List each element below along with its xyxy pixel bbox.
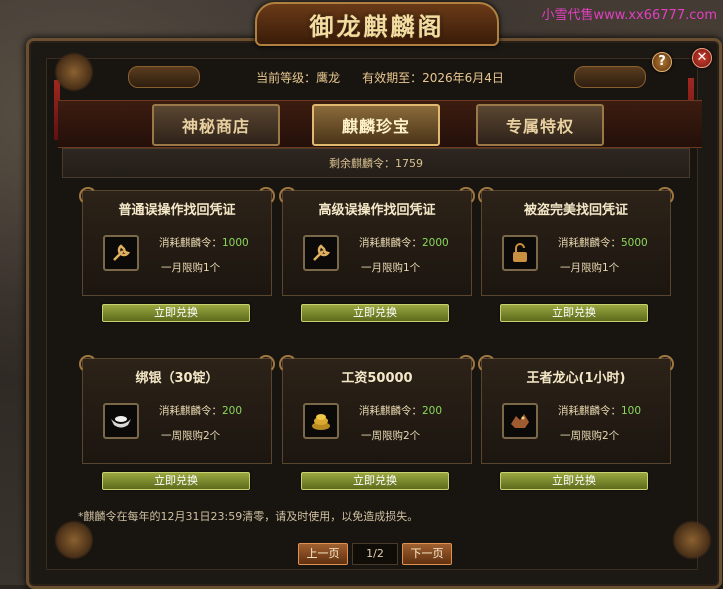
tab-qilin-treasure[interactable]: 麒麟珍宝 xyxy=(312,104,440,146)
cost-value: 200 xyxy=(422,405,443,417)
item-cost: 消耗麒麟令：5000 xyxy=(558,235,648,250)
item-title: 高级误操作找回凭证 xyxy=(318,203,436,218)
gold-coins-icon xyxy=(303,403,339,439)
cost-value: 5000 xyxy=(621,237,648,249)
shop-item-card: 绑银（30锭） 消耗麒麟令：200 一周限购2个 xyxy=(79,355,275,464)
prev-page-button[interactable]: 上一页 xyxy=(298,543,348,565)
cost-value: 200 xyxy=(222,405,243,417)
purchase-limit: 一周限购2个 xyxy=(161,430,221,442)
exchange-button[interactable]: 立即兑换 xyxy=(301,472,449,490)
dragon-heart-icon xyxy=(502,403,538,439)
purchase-limit: 一月限购1个 xyxy=(161,262,221,274)
item-cost: 消耗麒麟令：1000 xyxy=(159,235,249,250)
cost-label: 消耗麒麟令： xyxy=(359,237,422,249)
silver-ingot-icon xyxy=(103,403,139,439)
item-cost: 消耗麒麟令：200 xyxy=(359,403,442,418)
item-title: 绑银（30锭） xyxy=(135,371,219,386)
purchase-limit: 一周限购2个 xyxy=(560,430,620,442)
exchange-button[interactable]: 立即兑换 xyxy=(102,304,250,322)
corner-ornament-bottom-right xyxy=(672,520,712,560)
corner-ornament-bottom-left xyxy=(54,520,94,560)
shop-item-card: 王者龙心(1小时) 消耗麒麟令：100 一周限购2个 xyxy=(478,355,674,464)
cost-label: 消耗麒麟令： xyxy=(159,237,222,249)
watermark: 小雪代售www.xx66777.com xyxy=(541,8,717,23)
window-title: 御龙麒麟阁 xyxy=(309,11,445,41)
cost-label: 消耗麒麟令： xyxy=(558,405,621,417)
exchange-button[interactable]: 立即兑换 xyxy=(301,304,449,322)
exchange-button[interactable]: 立即兑换 xyxy=(500,304,648,322)
window-title-plate: 御龙麒麟阁 xyxy=(255,2,499,46)
tab-mystery-shop[interactable]: 神秘商店 xyxy=(152,104,280,146)
lock-icon xyxy=(502,235,538,271)
cost-value: 1000 xyxy=(222,237,249,249)
shop-item-card: 工资50000 消耗麒麟令：200 一周限购2个 xyxy=(279,355,475,464)
remaining-tokens: 剩余麒麟令：1759 xyxy=(62,148,690,178)
item-cost: 消耗麒麟令：200 xyxy=(159,403,242,418)
cost-value: 2000 xyxy=(422,237,449,249)
item-title: 王者龙心(1小时) xyxy=(526,371,626,386)
shop-item-card: 高级误操作找回凭证 消耗麒麟令：2000 一月限购1个 xyxy=(279,187,475,296)
item-title: 被盗完美找回凭证 xyxy=(523,203,628,218)
account-info-row: 当前等级：鹰龙 有效期至：2026年6月4日 xyxy=(60,62,700,92)
item-title: 普通误操作找回凭证 xyxy=(118,203,236,218)
item-title: 工资50000 xyxy=(341,371,413,386)
current-level: 当前等级：鹰龙 xyxy=(256,70,341,85)
cost-label: 消耗麒麟令： xyxy=(159,405,222,417)
tab-exclusive-privileges[interactable]: 专属特权 xyxy=(476,104,604,146)
next-page-button[interactable]: 下一页 xyxy=(402,543,452,565)
item-cost: 消耗麒麟令：100 xyxy=(558,403,641,418)
purchase-limit: 一周限购2个 xyxy=(361,430,421,442)
cost-value: 100 xyxy=(621,405,642,417)
wrench-icon xyxy=(303,235,339,271)
remaining-tokens-text: 剩余麒麟令：1759 xyxy=(329,157,423,170)
cost-label: 消耗麒麟令： xyxy=(558,237,621,249)
exchange-button[interactable]: 立即兑换 xyxy=(102,472,250,490)
wrench-icon xyxy=(103,235,139,271)
token-reset-notice: *麒麟令在每年的12月31日23:59清零，请及时使用，以免造成损失。 xyxy=(78,510,419,523)
shop-item-card: 普通误操作找回凭证 消耗麒麟令：1000 一月限购1个 xyxy=(79,187,275,296)
shop-item-card: 被盗完美找回凭证 消耗麒麟令：5000 一月限购1个 xyxy=(478,187,674,296)
purchase-limit: 一月限购1个 xyxy=(361,262,421,274)
item-cost: 消耗麒麟令：2000 xyxy=(359,235,449,250)
purchase-limit: 一月限购1个 xyxy=(560,262,620,274)
cost-label: 消耗麒麟令： xyxy=(359,405,422,417)
expiry-date: 有效期至：2026年6月4日 xyxy=(362,70,504,85)
corner-ornament-top-left xyxy=(54,52,94,92)
page-indicator: 1/2 xyxy=(352,543,398,565)
exchange-button[interactable]: 立即兑换 xyxy=(500,472,648,490)
